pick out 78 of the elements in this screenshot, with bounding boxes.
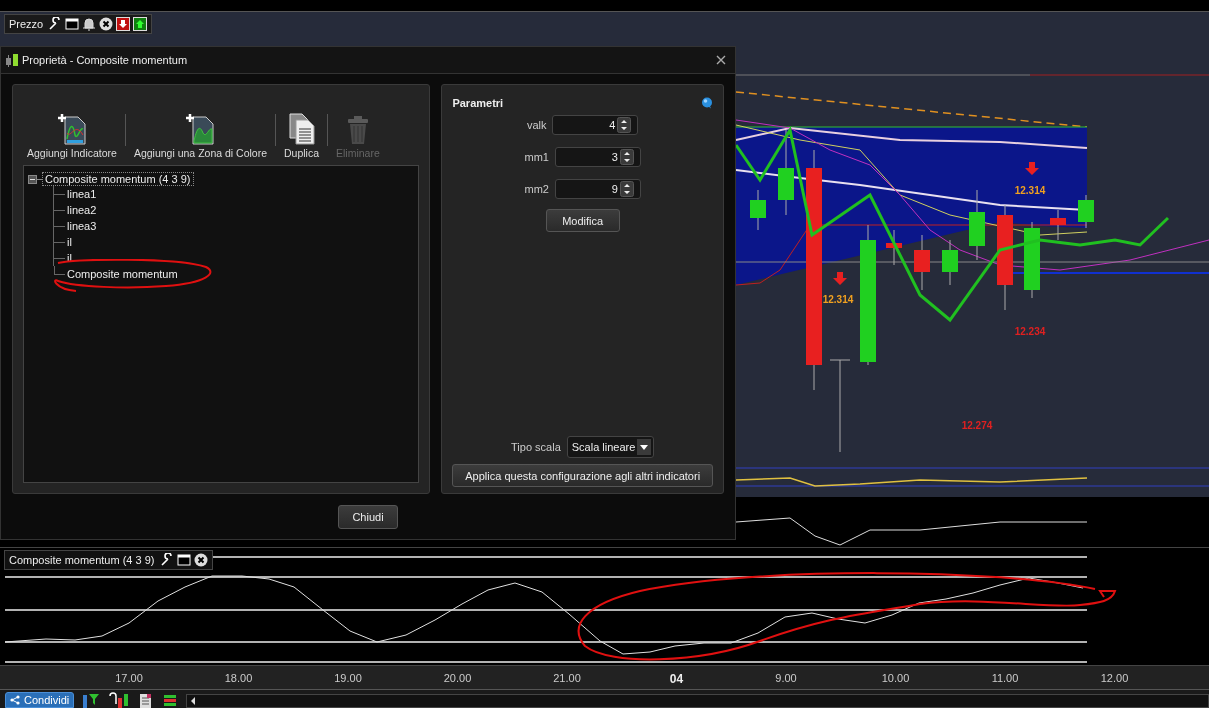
- duplicate-button[interactable]: Duplica: [280, 113, 324, 159]
- panel-title: Parametri: [452, 97, 504, 109]
- spin-button[interactable]: [619, 181, 634, 197]
- window-icon[interactable]: [176, 553, 191, 567]
- price-label: 12.314: [822, 294, 854, 305]
- bars-icon[interactable]: [162, 692, 179, 708]
- scale-dropdown[interactable]: Scala lineare: [566, 436, 655, 458]
- wrench-icon[interactable]: [159, 553, 174, 567]
- spin-button[interactable]: [617, 117, 632, 133]
- number-field[interactable]: 9: [554, 179, 641, 199]
- time-label: 17.00: [115, 672, 143, 684]
- time-label: 18.00: [224, 672, 253, 684]
- close-icon[interactable]: [715, 54, 727, 66]
- field-label: mm1: [524, 151, 549, 163]
- area-chart-document-icon: [185, 113, 216, 145]
- dialog-title: Proprietà - Composite momentum: [22, 54, 188, 66]
- tree-connector: [53, 250, 64, 266]
- number-field[interactable]: 4: [552, 115, 639, 135]
- caret-icon: [637, 439, 652, 455]
- time-label: 11.00: [991, 672, 1019, 684]
- tree-item[interactable]: linea1: [64, 187, 100, 201]
- funnel-icon[interactable]: [82, 692, 101, 708]
- tree-connector: [53, 186, 64, 202]
- help-bubble-icon[interactable]: [701, 97, 713, 109]
- time-label: 10.00: [881, 672, 910, 684]
- scale-label: Tipo scala: [511, 441, 561, 453]
- tree-connector: [53, 234, 64, 250]
- collapse-icon[interactable]: [28, 174, 37, 184]
- close-button[interactable]: Chiudi: [338, 505, 398, 529]
- time-label: 04: [669, 672, 684, 686]
- spin-button[interactable]: [619, 149, 634, 165]
- tree-item[interactable]: Composite momentum: [64, 267, 181, 281]
- up-arrow-icon[interactable]: [133, 17, 148, 31]
- candlestick: [750, 189, 766, 231]
- pane-title: Composite momentum (4 3 9): [9, 554, 155, 566]
- time-label: 12.00: [1100, 672, 1129, 684]
- time-label: 21.00: [553, 672, 581, 684]
- candlestick: [969, 189, 985, 261]
- tree-item[interactable]: linea3: [64, 219, 100, 233]
- field-label: valk: [526, 119, 547, 131]
- candlestick: [942, 239, 958, 286]
- apply-button[interactable]: Applica questa configurazione agli altri indicatori: [452, 464, 713, 487]
- add-zone-button[interactable]: Aggiungi una Zona di Colore: [129, 113, 271, 159]
- share-icon: [10, 695, 20, 705]
- candlestick: [1078, 194, 1094, 229]
- price-label: 12.234: [1014, 326, 1046, 337]
- time-label: 20.00: [443, 672, 472, 684]
- close-icon[interactable]: [193, 553, 208, 567]
- tree-item[interactable]: il: [64, 235, 75, 249]
- window-icon[interactable]: [65, 17, 80, 31]
- tree-item[interactable]: Composite momentum (4 3 9): [42, 172, 194, 186]
- field-label: mm2: [524, 183, 549, 195]
- tree-connector: [37, 178, 42, 180]
- chart-document-icon: [56, 113, 87, 145]
- close-icon[interactable]: [99, 17, 114, 31]
- modify-button[interactable]: Modifica: [545, 209, 620, 232]
- scrollbar[interactable]: [186, 694, 1209, 708]
- number-field[interactable]: 3: [554, 147, 641, 167]
- tree-connector: [53, 218, 64, 234]
- candlestick: [1050, 209, 1066, 241]
- add-indicator-button[interactable]: Aggiungi Indicatore: [23, 113, 121, 159]
- price-label: 12.274: [961, 420, 993, 431]
- tree-connector: [53, 202, 64, 218]
- left-arrow-icon[interactable]: [189, 696, 198, 706]
- candlestick: [886, 229, 902, 266]
- candlestick: [914, 234, 930, 291]
- candles-icon: [5, 52, 19, 68]
- wrench-icon[interactable]: [48, 17, 63, 31]
- pane-title: Prezzo: [9, 18, 44, 30]
- time-label: 19.00: [334, 672, 362, 684]
- time-label: 9.00: [775, 672, 797, 684]
- down-arrow-icon[interactable]: [116, 17, 131, 31]
- price-label: 12.314: [1014, 185, 1046, 196]
- tree-item[interactable]: linea2: [64, 203, 100, 217]
- bell-icon[interactable]: [82, 17, 97, 31]
- candles-icon[interactable]: [108, 692, 131, 708]
- documents-icon: [286, 113, 317, 145]
- share-button[interactable]: Condividi: [5, 692, 75, 708]
